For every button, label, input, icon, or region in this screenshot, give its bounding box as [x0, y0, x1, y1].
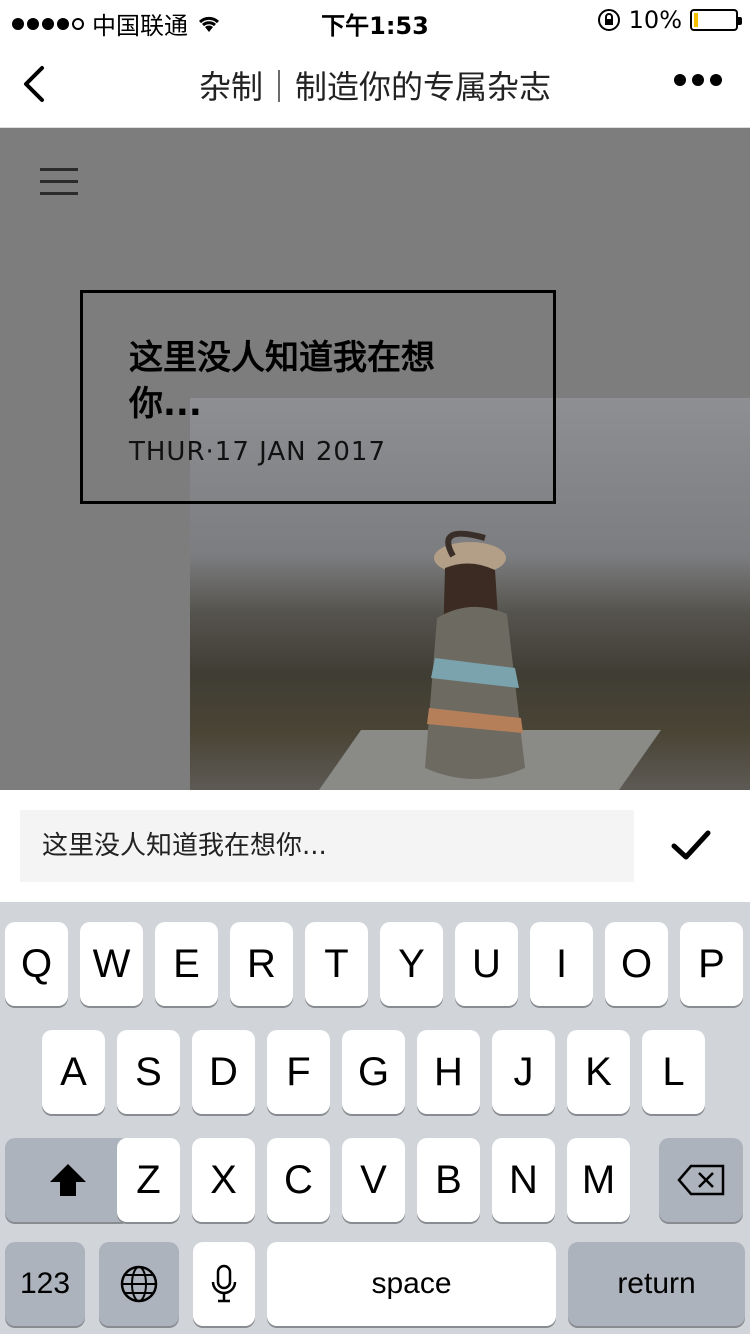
- status-bar: 中国联通 下午1:53 10%: [0, 0, 750, 40]
- globe-key[interactable]: [99, 1242, 179, 1326]
- woman-with-hat-image: [425, 530, 525, 779]
- key-w[interactable]: W: [80, 922, 143, 1006]
- keyboard: 123 space return QWERTYUIOP ASDFGHJKL ZXCV…: [0, 902, 750, 1334]
- numbers-key[interactable]: 123: [5, 1242, 85, 1326]
- key-n[interactable]: N: [492, 1138, 555, 1222]
- return-key[interactable]: return: [568, 1242, 745, 1326]
- card-headline: 这里没人知道我在想你...: [129, 338, 435, 424]
- rotation-lock-icon: [597, 9, 620, 31]
- key-g[interactable]: G: [342, 1030, 405, 1114]
- globe-icon: [120, 1265, 158, 1303]
- headline-input[interactable]: 这里没人知道我在想你...: [20, 810, 634, 882]
- key-z[interactable]: Z: [117, 1138, 180, 1222]
- status-right: 10%: [597, 6, 742, 34]
- space-key[interactable]: space: [267, 1242, 556, 1326]
- key-h[interactable]: H: [417, 1030, 480, 1114]
- key-o[interactable]: O: [605, 922, 668, 1006]
- key-y[interactable]: Y: [380, 922, 443, 1006]
- key-b[interactable]: B: [417, 1138, 480, 1222]
- cover-title-card[interactable]: 这里没人知道我在想你... THUR·17 JAN 2017: [80, 290, 556, 504]
- key-q[interactable]: Q: [5, 922, 68, 1006]
- key-c[interactable]: C: [267, 1138, 330, 1222]
- more-dots-icon[interactable]: [674, 74, 722, 86]
- card-date: THUR·17 JAN 2017: [129, 437, 387, 467]
- key-v[interactable]: V: [342, 1138, 405, 1222]
- key-t[interactable]: T: [305, 922, 368, 1006]
- key-i[interactable]: I: [530, 922, 593, 1006]
- key-k[interactable]: K: [567, 1030, 630, 1114]
- battery-percent: 10%: [628, 6, 682, 34]
- key-p[interactable]: P: [680, 922, 743, 1006]
- key-s[interactable]: S: [117, 1030, 180, 1114]
- key-x[interactable]: X: [192, 1138, 255, 1222]
- delete-key[interactable]: [659, 1138, 743, 1222]
- checkmark-icon[interactable]: [670, 824, 712, 866]
- key-e[interactable]: E: [155, 922, 218, 1006]
- key-u[interactable]: U: [455, 922, 518, 1006]
- key-a[interactable]: A: [42, 1030, 105, 1114]
- key-m[interactable]: M: [567, 1138, 630, 1222]
- edit-input-row: 这里没人知道我在想你...: [0, 790, 750, 902]
- key-d[interactable]: D: [192, 1030, 255, 1114]
- magazine-preview: 这里没人知道我在想你... THUR·17 JAN 2017: [0, 128, 750, 790]
- shift-key[interactable]: [5, 1138, 131, 1222]
- page-title: 杂制｜制造你的专属杂志: [198, 68, 551, 106]
- key-f[interactable]: F: [267, 1030, 330, 1114]
- microphone-icon: [211, 1264, 237, 1303]
- shift-icon: [50, 1164, 86, 1196]
- backspace-icon: [677, 1164, 725, 1196]
- navigation-bar: 杂制｜制造你的专属杂志: [0, 40, 750, 128]
- key-l[interactable]: L: [642, 1030, 705, 1114]
- key-j[interactable]: J: [492, 1030, 555, 1114]
- dictation-key[interactable]: [193, 1242, 255, 1326]
- hamburger-menu-icon[interactable]: [40, 168, 78, 196]
- key-r[interactable]: R: [230, 922, 293, 1006]
- battery-icon: [690, 9, 742, 31]
